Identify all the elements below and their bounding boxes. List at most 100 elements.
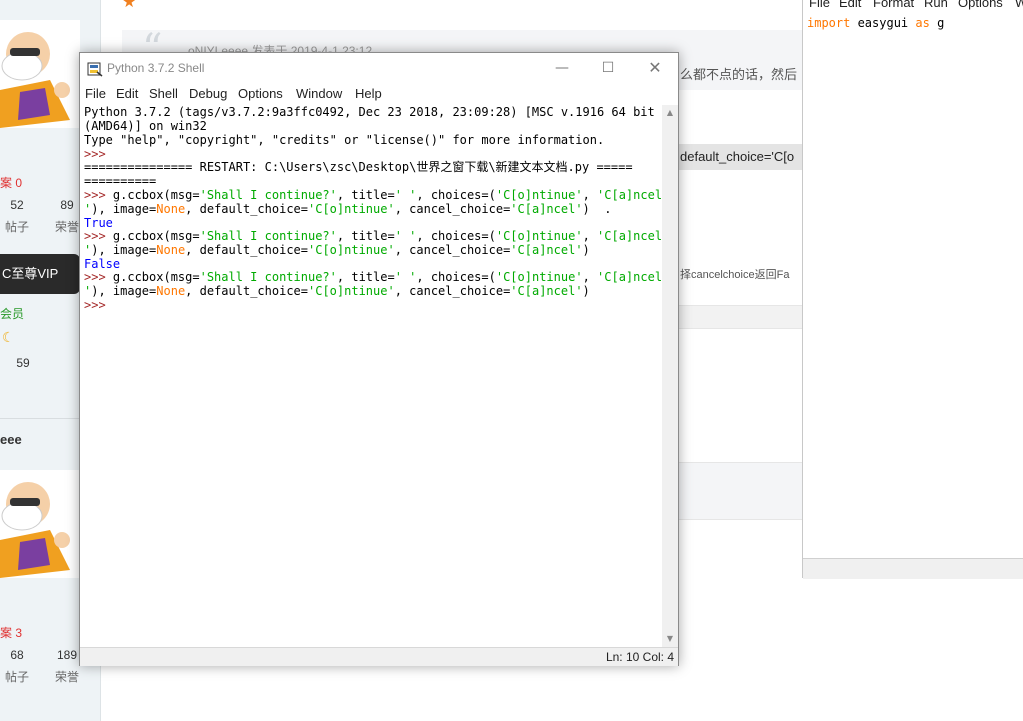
code-text: g.ccbox(msg= xyxy=(112,270,200,284)
code-string: ' ' xyxy=(394,188,417,202)
prestige-count[interactable]: 189 xyxy=(52,648,82,662)
code-string: 'C[o]ntinue' xyxy=(495,229,583,243)
cursor-position: Ln: 10 Col: 4 xyxy=(605,650,674,664)
editor-window[interactable]: File Edit Format Run Options W import ea… xyxy=(802,0,1023,579)
menu-shell[interactable]: Shell xyxy=(149,86,178,101)
window-title: Python 3.7.2 Shell xyxy=(107,61,205,75)
code-keyword: None xyxy=(156,243,186,257)
code-string: ' ' xyxy=(394,229,417,243)
shell-input-line: >>> g.ccbox(msg='Shall I continue?', tit… xyxy=(84,229,662,243)
code-string: 'C[a]ncel' xyxy=(510,202,583,216)
vip-badge: C至尊VIP xyxy=(0,254,80,294)
editor-code[interactable]: import easygui as g xyxy=(807,16,944,30)
code-string: 'C[a]ncel' xyxy=(510,284,583,298)
shell-input-line: '), image=None, default_choice='C[o]ntin… xyxy=(84,243,590,257)
maximize-button[interactable]: ☐ xyxy=(585,53,631,83)
prestige-count[interactable]: 89 xyxy=(52,198,82,212)
editor-menu-options[interactable]: Options xyxy=(958,0,1003,10)
menu-help[interactable]: Help xyxy=(355,86,382,101)
quote-text: 么都不点的话，然后 xyxy=(680,67,798,82)
banner-line: Type "help", "copyright", "credits" or "… xyxy=(84,133,605,147)
minimize-button[interactable]: — xyxy=(539,53,585,83)
shell-input-line: '), image=None, default_choice='C[o]ntin… xyxy=(84,202,611,216)
code-string: 'C[o]ntinue' xyxy=(308,243,395,257)
posts-count[interactable]: 68 xyxy=(2,648,32,662)
code-keyword: import xyxy=(807,16,851,30)
menu-window[interactable]: Window xyxy=(296,86,342,101)
shell-prompt: >>> xyxy=(84,188,113,202)
answers-count: 案 3 xyxy=(0,626,23,640)
answers-count: 案 0 xyxy=(0,176,23,190)
code-text: , xyxy=(582,270,598,284)
code-text: , xyxy=(582,188,598,202)
code-string: 'C[o]ntinue' xyxy=(308,284,395,298)
code-string: 'C[o]ntinue' xyxy=(495,270,583,284)
code-text: , default_choice= xyxy=(185,284,308,298)
code-string: 'Shall I continue?' xyxy=(199,270,337,284)
code-text: , choices=( xyxy=(416,270,496,284)
code-text: g xyxy=(929,16,945,30)
restart-line: =============== RESTART: C:\Users\zsc\De… xyxy=(84,160,633,174)
shell-prompt: >>> xyxy=(84,298,106,312)
python-shell-window[interactable]: Python 3.7.2 Shell — ☐ ✕ File Edit Shell… xyxy=(79,52,679,666)
member-points: 59 xyxy=(16,356,30,370)
avatar[interactable] xyxy=(0,20,80,128)
star-icon: ★ xyxy=(122,0,137,11)
editor-menu-file[interactable]: File xyxy=(809,0,830,10)
code-keyword: as xyxy=(915,16,930,30)
shell-text-area[interactable]: Python 3.7.2 (tags/v3.7.2:9a3ffc0492, De… xyxy=(81,105,662,647)
code-text: , cancel_choice= xyxy=(394,243,511,257)
post-text: 择cancelchoice返回Fa xyxy=(680,269,790,281)
menubar: File Edit Shell Debug Options Window Hel… xyxy=(80,83,678,105)
shell-input-line: >>> g.ccbox(msg='Shall I continue?', tit… xyxy=(84,270,662,284)
code-block-text: default_choice='C[o xyxy=(680,149,795,164)
code-text: , title= xyxy=(336,188,395,202)
editor-menu-window[interactable]: W xyxy=(1015,0,1023,10)
code-text: , default_choice= xyxy=(185,243,308,257)
avatar[interactable] xyxy=(0,470,80,578)
code-text: , default_choice= xyxy=(185,202,308,216)
posts-count[interactable]: 52 xyxy=(2,198,32,212)
shell-input-line: >>> g.ccbox(msg='Shall I continue?', tit… xyxy=(84,188,662,202)
vertical-scrollbar[interactable]: ▲ ▼ xyxy=(662,105,678,647)
code-text: g.ccbox(msg= xyxy=(112,188,200,202)
code-string: 'C[o]ntinue' xyxy=(308,202,395,216)
menu-file[interactable]: File xyxy=(85,86,106,101)
statusbar: Ln: 10 Col: 4 xyxy=(80,647,678,666)
code-string: 'C[a]ncel xyxy=(597,188,662,202)
editor-menu-format[interactable]: Format xyxy=(873,0,914,10)
editor-menu-edit[interactable]: Edit xyxy=(839,0,861,10)
code-text: ) xyxy=(582,284,590,298)
close-button[interactable]: ✕ xyxy=(632,53,678,83)
post-panel xyxy=(678,462,802,520)
editor-menu-run[interactable]: Run xyxy=(924,0,948,10)
code-text: , choices=( xyxy=(416,188,496,202)
code-text: , title= xyxy=(336,270,395,284)
moon-icon: ☾ xyxy=(2,330,15,346)
menu-debug[interactable]: Debug xyxy=(189,86,227,101)
titlebar[interactable]: Python 3.7.2 Shell — ☐ ✕ xyxy=(80,53,678,83)
code-text: , cancel_choice= xyxy=(394,284,511,298)
code-text: ) xyxy=(582,202,590,216)
menu-options[interactable]: Options xyxy=(238,86,283,101)
code-text: , xyxy=(582,229,598,243)
member-label: 会员 xyxy=(0,307,25,321)
username[interactable]: eee xyxy=(0,432,22,447)
code-text: g.ccbox(msg= xyxy=(112,229,200,243)
code-text: ), image= xyxy=(91,284,157,298)
posts-label: 帖子 xyxy=(4,220,29,234)
code-string: ' ' xyxy=(394,270,417,284)
code-string: 'C[a]ncel xyxy=(597,270,662,284)
code-keyword: None xyxy=(156,284,186,298)
scroll-down-icon[interactable]: ▼ xyxy=(662,631,678,647)
shell-prompt: >>> xyxy=(84,270,113,284)
shell-prompt: >>> xyxy=(84,229,113,243)
code-text: , choices=( xyxy=(416,229,496,243)
shell-prompt: >>> xyxy=(84,147,113,161)
posts-label: 帖子 xyxy=(4,670,29,684)
scroll-up-icon[interactable]: ▲ xyxy=(662,105,678,121)
prestige-label: 荣誉 xyxy=(54,220,79,234)
menu-edit[interactable]: Edit xyxy=(116,86,138,101)
code-string: 'Shall I continue?' xyxy=(199,229,337,243)
code-string: 'Shall I continue?' xyxy=(199,188,337,202)
